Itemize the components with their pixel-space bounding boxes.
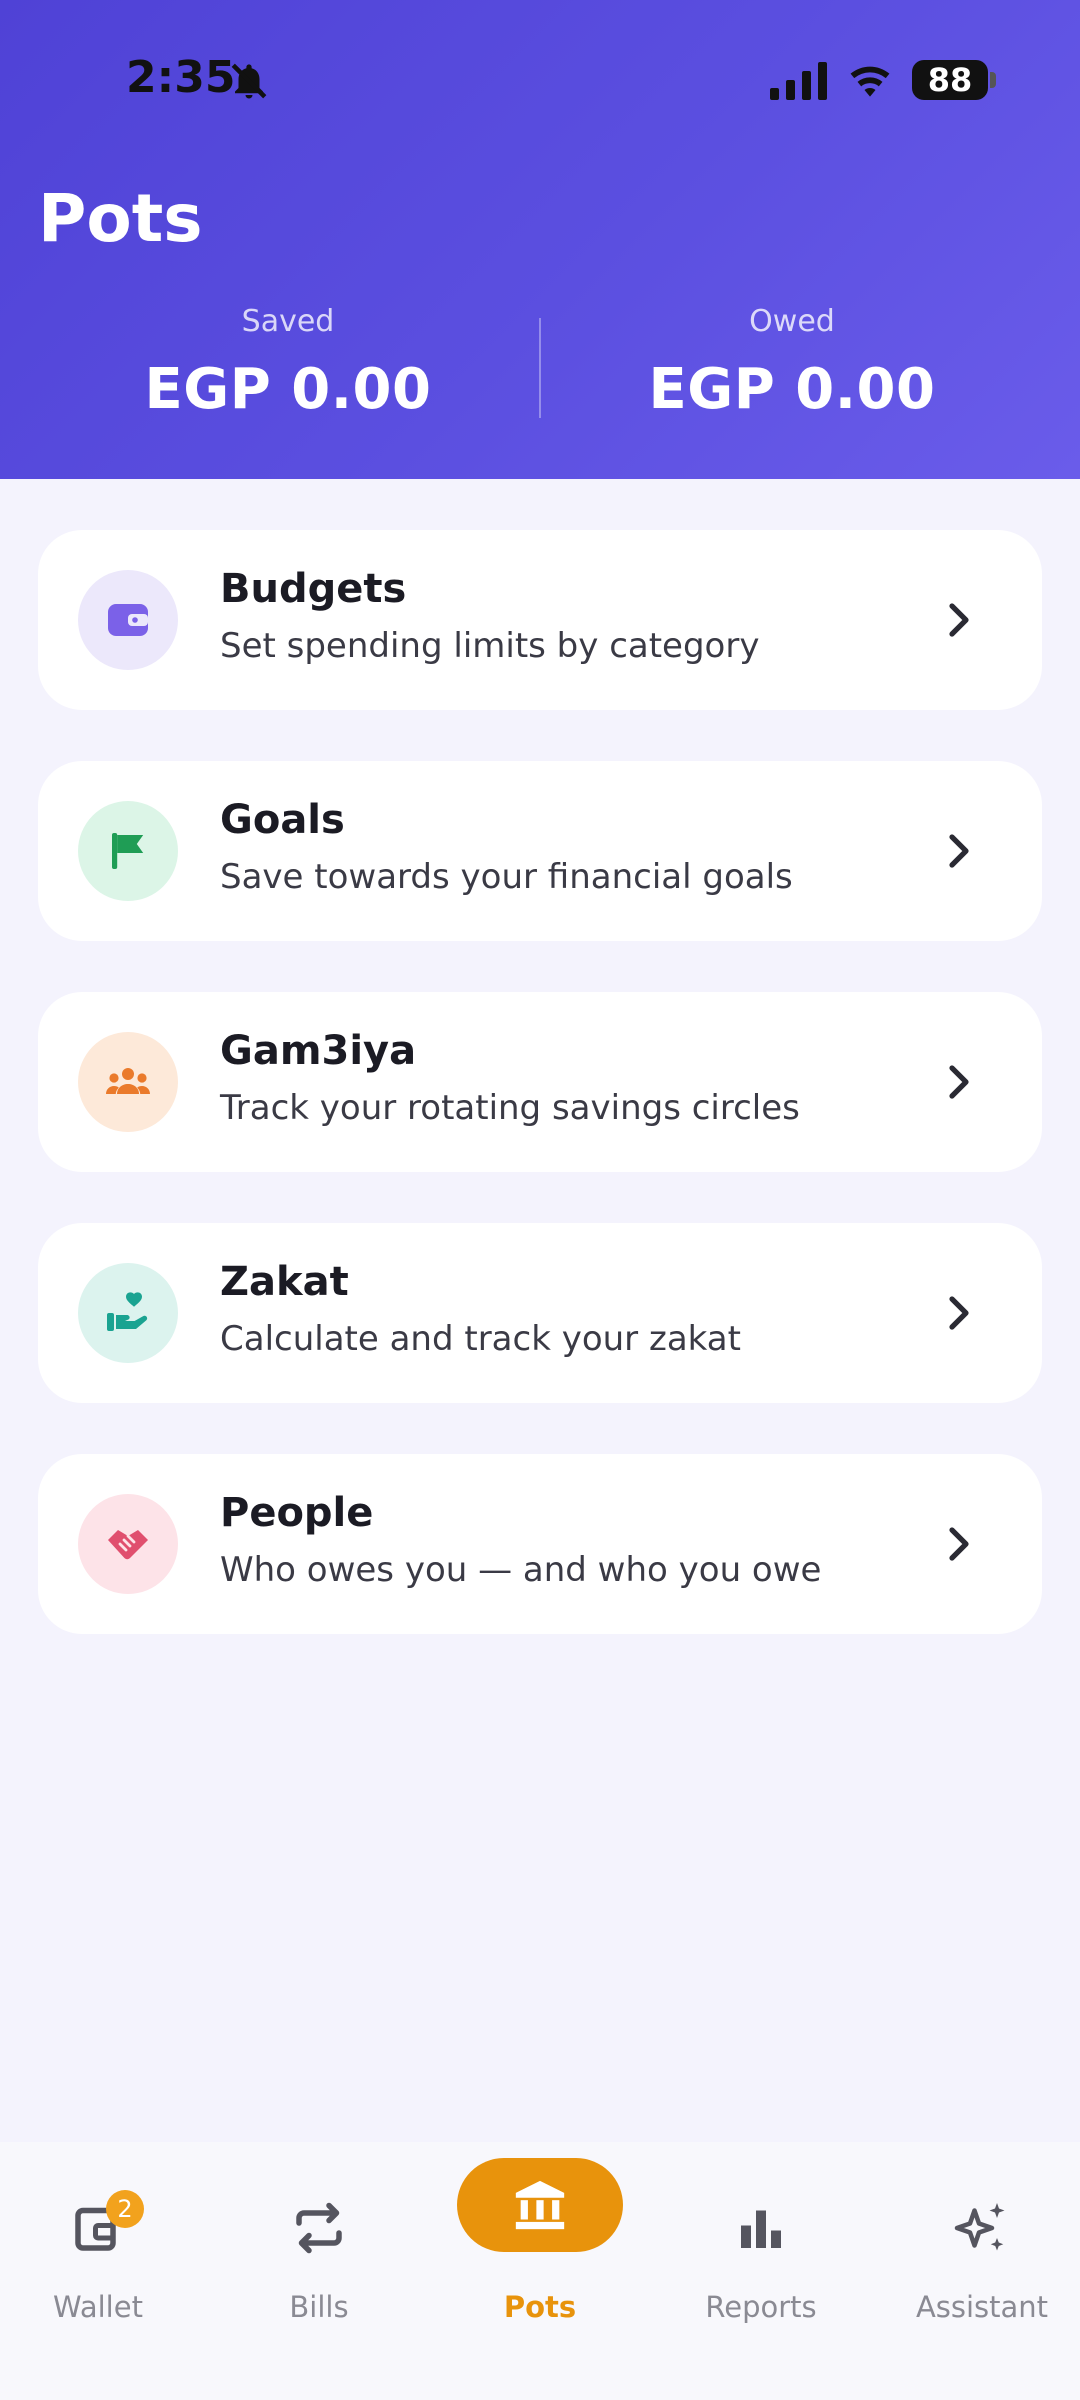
nav-bills[interactable]: Bills	[229, 2172, 409, 2324]
budgets-subtitle: Set spending limits by category	[220, 626, 760, 666]
nav-assistant[interactable]: Assistant	[892, 2172, 1072, 2324]
chevron-right-icon	[949, 1065, 969, 1099]
zakat-card[interactable]: Zakat Calculate and track your zakat	[38, 1223, 1042, 1403]
nav-reports-label: Reports	[705, 2290, 817, 2324]
wallet-badge: 2	[106, 2190, 144, 2228]
flag-icon	[112, 833, 144, 869]
bell-off-icon	[231, 63, 267, 99]
people-card[interactable]: People Who owes you — and who you owe	[38, 1454, 1042, 1634]
nav-bills-label: Bills	[289, 2290, 349, 2324]
saved-summary: Saved EGP 0.00	[88, 304, 488, 422]
wifi-icon	[850, 66, 890, 97]
status-bar: 2:35 88	[0, 0, 1080, 160]
sparkles-icon	[954, 2203, 1005, 2251]
nav-wallet[interactable]: 2 Wallet	[8, 2172, 188, 2324]
battery-tip	[990, 72, 996, 88]
signal-icon	[770, 62, 827, 100]
header: 2:35 88 Pots Saved EGP 0.00 Owed EGP 0.0…	[0, 0, 1080, 479]
zakat-subtitle: Calculate and track your zakat	[220, 1319, 741, 1359]
gam3iya-card[interactable]: Gam3iya Track your rotating savings circ…	[38, 992, 1042, 1172]
gam3iya-icon-circle	[78, 1032, 178, 1132]
goals-subtitle: Save towards your financial goals	[220, 857, 793, 897]
owed-label: Owed	[749, 304, 835, 339]
people-title: People	[220, 1490, 374, 1536]
nav-reports[interactable]: Reports	[671, 2172, 851, 2324]
bar-chart-icon	[741, 2210, 781, 2248]
chevron-right-icon	[949, 1296, 969, 1330]
saved-value: EGP 0.00	[144, 357, 432, 422]
nav-pots-label: Pots	[503, 2290, 577, 2324]
stat-divider	[539, 318, 541, 418]
chevron-right-icon	[949, 1527, 969, 1561]
bank-icon	[515, 2180, 565, 2230]
budgets-icon-circle	[78, 570, 178, 670]
zakat-title: Zakat	[220, 1259, 349, 1305]
owed-value: EGP 0.00	[648, 357, 936, 422]
saved-label: Saved	[241, 304, 335, 339]
page-title: Pots	[38, 180, 203, 257]
gam3iya-subtitle: Track your rotating savings circles	[220, 1088, 800, 1128]
goals-title: Goals	[220, 797, 345, 843]
people-subtitle: Who owes you — and who you owe	[220, 1550, 822, 1590]
owed-summary: Owed EGP 0.00	[592, 304, 992, 422]
chevron-right-icon	[949, 834, 969, 868]
repeat-icon	[296, 2202, 342, 2254]
group-icon	[106, 1068, 150, 1094]
chevron-right-icon	[949, 603, 969, 637]
nav-pots-active-pill[interactable]	[457, 2158, 623, 2252]
hand-heart-icon	[107, 1292, 148, 1331]
handshake-icon	[108, 1530, 148, 1560]
goals-card[interactable]: Goals Save towards your financial goals	[38, 761, 1042, 941]
budgets-title: Budgets	[220, 566, 407, 612]
nav-assistant-label: Assistant	[915, 2290, 1049, 2324]
people-icon-circle	[78, 1494, 178, 1594]
zakat-icon-circle	[78, 1263, 178, 1363]
budgets-card[interactable]: Budgets Set spending limits by category	[38, 530, 1042, 710]
goals-icon-circle	[78, 801, 178, 901]
gam3iya-title: Gam3iya	[220, 1028, 417, 1074]
status-time: 2:35	[126, 52, 236, 103]
wallet-icon	[108, 604, 148, 636]
battery-indicator: 88	[912, 60, 988, 100]
nav-wallet-label: Wallet	[53, 2290, 143, 2324]
